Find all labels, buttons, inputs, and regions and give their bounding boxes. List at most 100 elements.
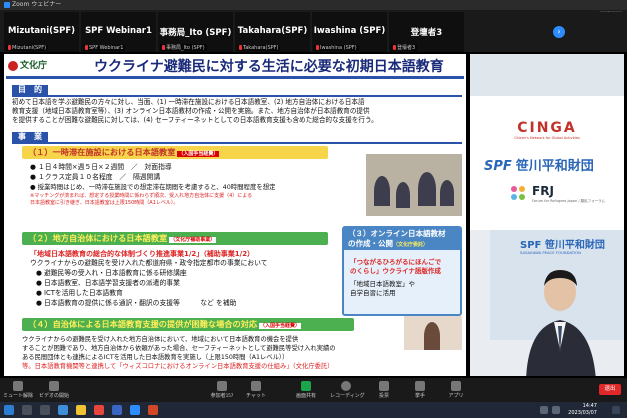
list-item: ● １日４時間×週５日×２週間 ／ 対面指導 [30, 163, 172, 171]
participant-strip: Mizutani(SPF) Mizutani(SPF) SPF Webinar1… [0, 12, 627, 52]
participant-name: 登壇者3 [410, 28, 443, 38]
frj-subtitle: Forum for Refugees Japan / 難民フォーラム [532, 199, 606, 203]
system-clock[interactable]: 14:47 2023/03/07 [568, 403, 597, 417]
participant-tile[interactable]: 事務局_Ito (SPF) 事務局_Ito (SPF) [158, 12, 233, 52]
muted-mic-icon [239, 45, 242, 50]
participant-tile[interactable]: Iwashina (SPF) Iwashina (SPF) [312, 12, 387, 52]
speaker-panel: CINGA Citizen's Network for Global Activ… [470, 54, 624, 376]
participant-label: Mizutani(SPF) [12, 45, 47, 51]
network-icon[interactable] [540, 406, 548, 414]
muted-mic-icon [85, 45, 88, 50]
share-screen-icon [301, 381, 311, 391]
muted-mic-icon [316, 45, 319, 50]
record-button[interactable]: レコーディング [330, 379, 365, 401]
title-bar: Zoom ウェビナー [0, 0, 627, 10]
section-4-header: （４）自治体による日本語教育支援の提供が困難な場合の対応 （入国手当経費） [22, 318, 354, 331]
presentation-slide: 文化庁 ウクライナ避難民に対する生活に必要な初期日本語教育 目 的 初めて日本語… [4, 54, 466, 376]
list-item: ● ICTを活用した日本語教育 [36, 289, 123, 297]
task-view-icon[interactable] [40, 405, 50, 415]
section-3-red: 「つながるひろがるにほんごで のくらし」ウクライナ語版作成 [350, 258, 442, 275]
zoom-app-icon [4, 1, 10, 8]
slide-title: ウクライナ避難民に対する生活に必要な初期日本語教育 [94, 59, 444, 75]
raise-hand-button[interactable]: 挙手 [404, 379, 436, 401]
video-thumbnail [404, 316, 462, 350]
apps-icon [451, 381, 461, 391]
volume-icon[interactable] [552, 406, 560, 414]
edge-browser-icon[interactable] [58, 405, 68, 415]
share-screen-button[interactable]: 画面共有 [290, 379, 322, 401]
participant-name: 事務局_Ito (SPF) [159, 28, 232, 38]
participants-icon [217, 381, 227, 391]
agency-logo: 文化庁 [8, 58, 72, 72]
next-page-chevron-icon[interactable]: › [553, 26, 565, 38]
participant-tile[interactable]: 登壇者3 登壇者3 [389, 12, 464, 52]
purpose-label: 目 的 [12, 85, 48, 95]
list-item: ● 避難民等の受入れ・日本語教育に係る研修講座 [36, 269, 187, 277]
start-menu-icon[interactable] [4, 405, 14, 415]
participant-name: Mizutani(SPF) [7, 26, 76, 36]
speaker-video[interactable]: SPF 笹川平和財団 SASAKAWA PEACE FOUNDATION [470, 230, 624, 376]
section-3-text: 「地域日本語教室」や 自学自習に活用 [350, 280, 415, 297]
word-icon[interactable] [112, 405, 122, 415]
chat-icon [251, 381, 261, 391]
spf-logo: SPF 笹川平和財団 [484, 159, 594, 174]
chrome-icon[interactable] [94, 405, 104, 415]
meeting-controls: ミュート解除 ビデオの開始 参加者157 チャット 画面共有 レコーディング 投… [0, 378, 627, 402]
participant-count: 157 [225, 393, 234, 398]
logo-mark-icon [8, 60, 18, 71]
microphone-icon [13, 381, 23, 391]
participant-tile[interactable]: Mizutani(SPF) Mizutani(SPF) [4, 12, 79, 52]
polls-icon [379, 381, 389, 391]
muted-mic-icon [162, 45, 165, 50]
business-label: 事 業 [12, 132, 48, 142]
leave-button[interactable]: 退出 [599, 384, 621, 395]
powerpoint-icon[interactable] [148, 405, 158, 415]
title-divider [6, 76, 464, 79]
participant-label: SPF Webinar1 [89, 45, 124, 51]
participant-name: Takahara(SPF) [237, 26, 308, 36]
video-camera-icon [49, 381, 59, 391]
frj-logo-icon [511, 186, 525, 200]
participant-label: Iwashina (SPF) [320, 45, 357, 51]
participants-button[interactable]: 参加者157 [206, 379, 238, 401]
muted-mic-icon [393, 45, 396, 50]
notification-icon[interactable] [612, 406, 620, 414]
purpose-text: 初めて日本語を学ぶ避難民の方々に対し、当面、(1) 一時滞在施設における日本語教… [12, 98, 378, 124]
zoom-window: Zoom ウェビナー 表示 Mizutani(SPF) Mizutani(SPF… [0, 0, 627, 418]
section-2-header: （２）地方自治体における日本語教室 （文化庁補助事業） [22, 232, 328, 245]
section-3-box: （３）オンライン日本語教材 の作成・公開（文化庁委託） 「つながるひろがるにほん… [342, 226, 462, 316]
list-item: ● １クラス定員１０名程度 ／ 隔週開講 [30, 173, 161, 181]
participant-name: SPF Webinar1 [85, 26, 152, 36]
muted-mic-icon [8, 45, 11, 50]
cinga-subtitle: Citizen's Network for Global Activities [514, 136, 580, 140]
section-4-text: ウクライナからの避難民を受け入れた地方自治体において、地域において日本語教育の機… [22, 336, 336, 370]
list-item: ● 日本語教育の提供に係る通訳・翻訳の支援等 など を補助 [36, 299, 237, 307]
file-explorer-icon[interactable] [76, 405, 86, 415]
participant-label: 登壇者3 [397, 45, 416, 51]
window-title: Zoom ウェビナー [12, 1, 62, 8]
section-2-intro: ウクライナからの避難民を受け入れた都道府県・政令指定都市の事業において [30, 259, 268, 267]
cinga-logo: CINGA [517, 120, 577, 136]
polls-button[interactable]: 投票 [368, 379, 400, 401]
raise-hand-icon [415, 381, 425, 391]
section-1-note: ※マッチングが済まれば、想定する授業時間に係わらず順次、受入れ地方自治体に支援（… [30, 193, 253, 206]
taskbar: 14:47 2023/03/07 [0, 402, 627, 418]
zoom-taskbar-icon[interactable] [130, 405, 140, 415]
participant-tile[interactable]: SPF Webinar1 SPF Webinar1 [81, 12, 156, 52]
apps-button[interactable]: アプリ [440, 379, 472, 401]
participant-label: Takahara(SPF) [243, 45, 279, 51]
unmute-button[interactable]: ミュート解除 [2, 379, 34, 401]
participant-label: 事務局_Ito (SPF) [166, 45, 205, 51]
participant-tile[interactable]: Takahara(SPF) Takahara(SPF) [235, 12, 310, 52]
chat-button[interactable]: チャット [240, 379, 272, 401]
frj-logo: FRJ [532, 184, 554, 198]
section-2-highlight: 「地域日本語教育の総合的な体制づくり推進事業1/2」（補助事業1/2） [30, 250, 255, 258]
start-video-button[interactable]: ビデオの開始 [38, 379, 70, 401]
search-icon[interactable] [22, 405, 32, 415]
list-item: ● 日本語教室、日本語学習支援者の派遣的事業 [36, 279, 180, 287]
section-3-header: （３）オンライン日本語教材 の作成・公開（文化庁委託） [344, 228, 460, 250]
speaker-avatar [526, 270, 596, 376]
participant-name: Iwashina (SPF) [313, 26, 386, 36]
classroom-photo [366, 154, 462, 216]
list-item: ● 授業時間はじめ、一時滞在施設での想定滞在期間を考慮すると、40時間程度を想定 [30, 183, 276, 191]
